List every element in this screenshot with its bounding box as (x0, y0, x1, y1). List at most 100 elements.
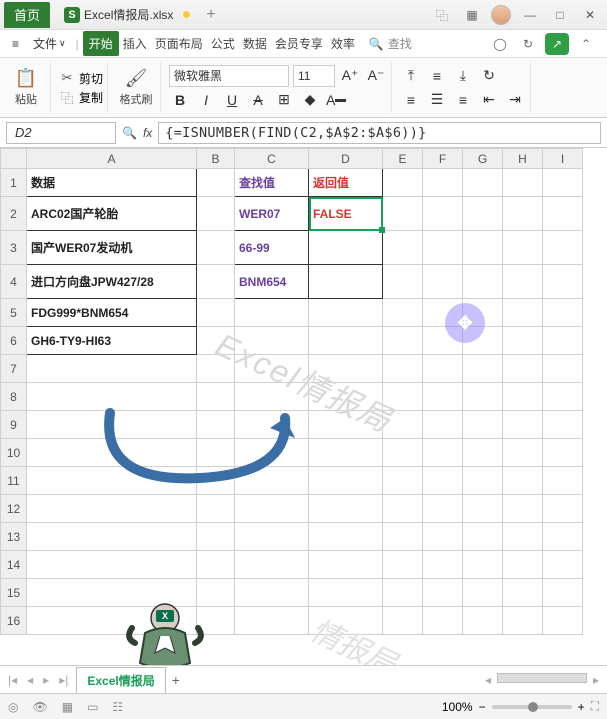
cell[interactable]: WER07 (235, 197, 309, 231)
cell[interactable] (27, 495, 197, 523)
spreadsheet[interactable]: ABCDEFGHI 1数据查找值返回值2ARC02国产轮胎WER07FALSE3… (0, 148, 583, 635)
cell[interactable] (423, 197, 463, 231)
row-header[interactable]: 14 (1, 551, 27, 579)
cut-button[interactable]: ✂剪切 (59, 70, 103, 87)
increase-font-icon[interactable]: A⁺ (339, 65, 361, 87)
cell[interactable] (309, 523, 383, 551)
select-all-corner[interactable] (1, 149, 27, 169)
cell[interactable] (543, 197, 583, 231)
cell[interactable] (503, 383, 543, 411)
cell[interactable] (423, 607, 463, 635)
hscroll-left-icon[interactable]: ◂ (483, 673, 493, 687)
paste-button[interactable]: 📋粘贴 (6, 68, 46, 107)
row-header[interactable]: 10 (1, 439, 27, 467)
cell[interactable] (383, 231, 423, 265)
cell[interactable] (423, 579, 463, 607)
close-button[interactable]: ✕ (579, 4, 601, 26)
cell[interactable] (423, 355, 463, 383)
cell[interactable] (309, 439, 383, 467)
cell[interactable]: 查找值 (235, 169, 309, 197)
cell[interactable] (235, 551, 309, 579)
row-header[interactable]: 11 (1, 467, 27, 495)
zoom-label[interactable]: 100% (442, 700, 473, 714)
cell[interactable] (27, 551, 197, 579)
cell[interactable] (543, 439, 583, 467)
cell[interactable] (543, 231, 583, 265)
cell[interactable] (383, 197, 423, 231)
cell[interactable] (423, 169, 463, 197)
sheet-tab[interactable]: Excel情报局 (76, 667, 165, 693)
indent-dec-icon[interactable]: ⇤ (478, 89, 500, 111)
cell[interactable]: FALSE (309, 197, 383, 231)
cell[interactable] (309, 579, 383, 607)
menu-item-4[interactable]: 数据 (239, 31, 271, 56)
cell[interactable]: FDG999*BNM654 (27, 299, 197, 327)
cell[interactable] (463, 467, 503, 495)
new-tab-button[interactable]: + (206, 6, 215, 24)
row-header[interactable]: 9 (1, 411, 27, 439)
col-header[interactable]: D (309, 149, 383, 169)
cell[interactable] (309, 411, 383, 439)
share-button[interactable]: ↗ (545, 33, 569, 55)
file-menu[interactable]: 文件∨ (27, 33, 72, 54)
tab-scroll-next-icon[interactable]: ▸ (41, 673, 51, 687)
eye-icon[interactable]: 👁 (32, 700, 47, 714)
font-name-select[interactable]: 微软雅黑 (169, 65, 289, 87)
menu-item-2[interactable]: 页面布局 (151, 31, 207, 56)
cell[interactable] (463, 383, 503, 411)
fx-icon[interactable]: fx (143, 126, 152, 140)
grid-icon[interactable]: ▦ (461, 4, 483, 26)
cell[interactable] (503, 197, 543, 231)
cell[interactable] (463, 495, 503, 523)
cell[interactable] (463, 265, 503, 299)
layout-icon[interactable]: ⿻ (431, 4, 453, 26)
align-left-icon[interactable]: ≡ (400, 89, 422, 111)
fullscreen-icon[interactable]: ⛶ (591, 699, 599, 714)
format-painter-button[interactable]: 🖌格式刷 (116, 68, 156, 107)
cell[interactable] (423, 383, 463, 411)
row-header[interactable]: 5 (1, 299, 27, 327)
cell[interactable] (463, 523, 503, 551)
cell[interactable] (197, 197, 235, 231)
history-icon[interactable]: ↻ (517, 33, 539, 55)
row-header[interactable]: 3 (1, 231, 27, 265)
search-box[interactable]: 🔍 查找 (369, 35, 412, 52)
cell[interactable] (463, 607, 503, 635)
cell[interactable] (423, 551, 463, 579)
chevron-up-icon[interactable]: ⌃ (575, 33, 597, 55)
record-icon[interactable]: ◎ (8, 700, 18, 714)
col-header[interactable]: B (197, 149, 235, 169)
indent-inc-icon[interactable]: ⇥ (504, 89, 526, 111)
cell[interactable] (503, 579, 543, 607)
cell[interactable] (463, 551, 503, 579)
menu-item-6[interactable]: 效率 (327, 31, 359, 56)
zoom-in-button[interactable]: + (578, 700, 585, 714)
col-header[interactable]: G (463, 149, 503, 169)
cell[interactable] (503, 299, 543, 327)
phone-icon[interactable]: ▭ (87, 700, 98, 714)
col-header[interactable]: A (27, 149, 197, 169)
align-top-icon[interactable]: ⤒ (400, 65, 422, 87)
cell[interactable] (383, 169, 423, 197)
cell[interactable] (543, 495, 583, 523)
cell[interactable] (503, 169, 543, 197)
cell[interactable] (197, 523, 235, 551)
row-header[interactable]: 4 (1, 265, 27, 299)
cell[interactable] (383, 327, 423, 355)
cell[interactable] (503, 495, 543, 523)
cell[interactable] (383, 579, 423, 607)
cell[interactable] (235, 579, 309, 607)
cell[interactable]: 国产WER07发动机 (27, 231, 197, 265)
cell[interactable]: 66-99 (235, 231, 309, 265)
cell[interactable] (383, 299, 423, 327)
cell[interactable] (383, 265, 423, 299)
maximize-button[interactable]: □ (549, 4, 571, 26)
cell[interactable] (503, 607, 543, 635)
cell[interactable] (197, 327, 235, 355)
cell[interactable] (309, 607, 383, 635)
cell-reference-box[interactable]: D2 (6, 122, 116, 144)
borders-button[interactable]: ⊞ (273, 89, 295, 111)
cell[interactable] (235, 327, 309, 355)
row-header[interactable]: 2 (1, 197, 27, 231)
menu-item-1[interactable]: 插入 (119, 31, 151, 56)
